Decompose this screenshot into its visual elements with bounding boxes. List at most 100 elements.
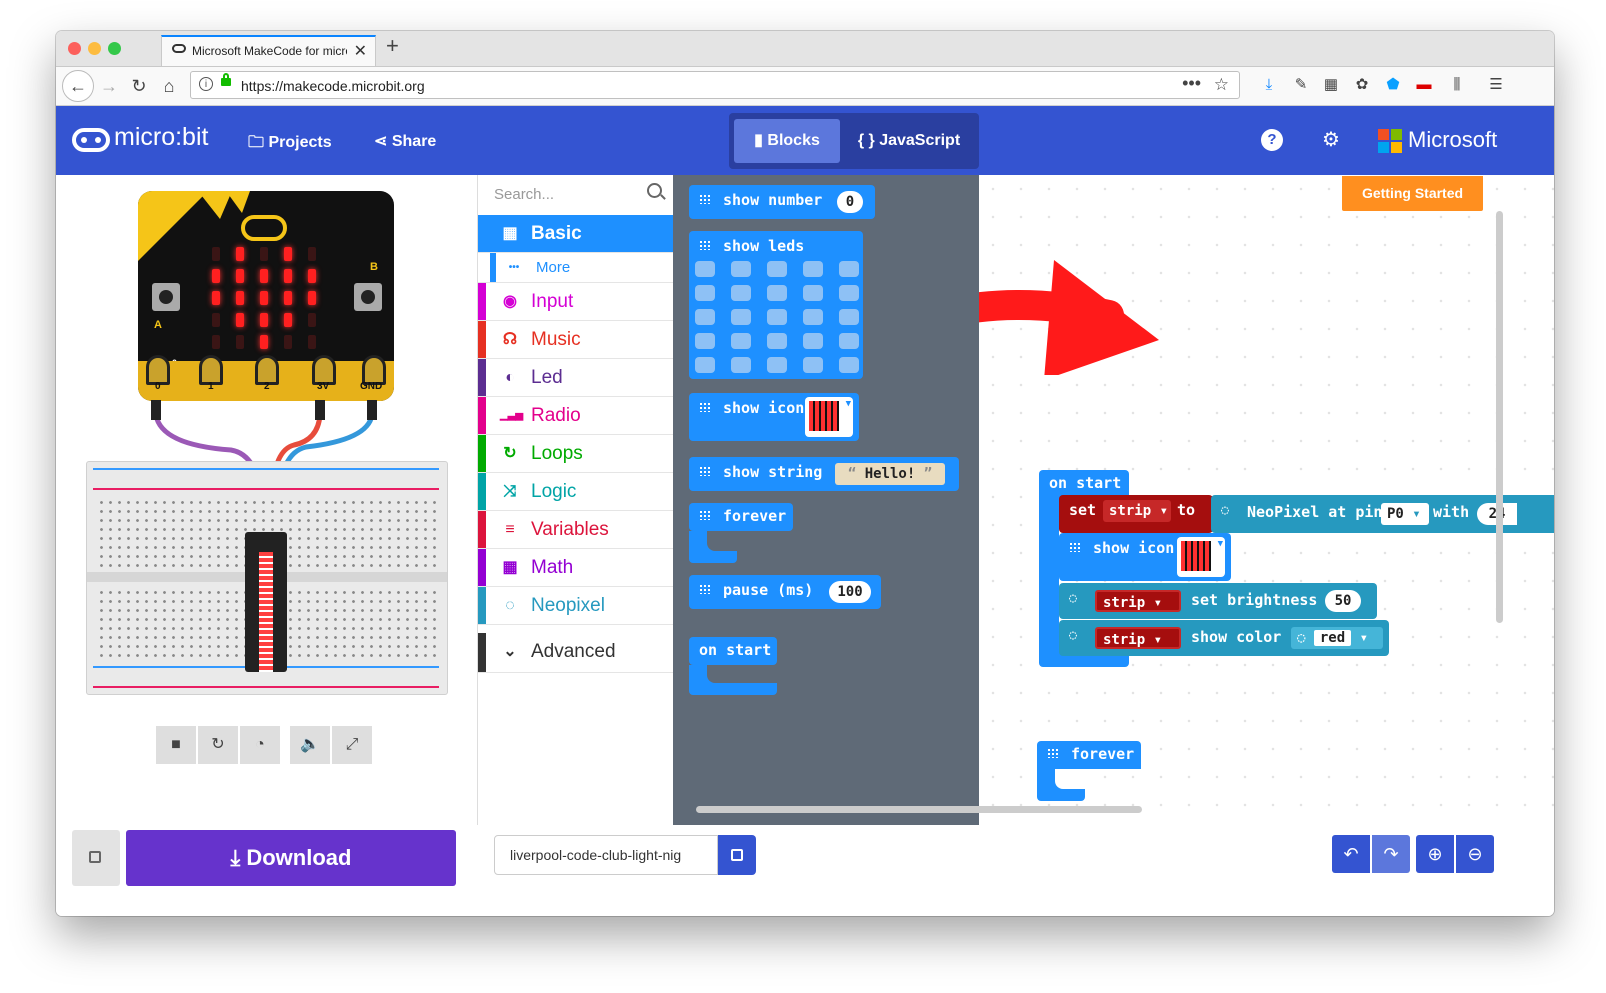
category-math[interactable]: ▦ Math bbox=[478, 549, 674, 587]
show-number-block[interactable]: show number 0 bbox=[689, 185, 875, 219]
vertical-scrollbar[interactable] bbox=[1496, 211, 1503, 623]
led-toggle[interactable] bbox=[731, 261, 751, 277]
pin-dropdown[interactable]: P0 ▾ bbox=[1381, 503, 1429, 525]
icon-dropdown[interactable]: ▼ bbox=[805, 397, 853, 437]
led-toggle[interactable] bbox=[839, 261, 859, 277]
download-button[interactable]: ⤓ Download bbox=[126, 830, 456, 886]
led-toggle[interactable] bbox=[731, 285, 751, 301]
close-tab-icon[interactable]: ✕ bbox=[354, 41, 367, 61]
variable-dropdown[interactable]: strip ▾ bbox=[1095, 590, 1181, 612]
set-brightness-block[interactable]: ◌ strip ▾ set brightness 50 bbox=[1059, 583, 1377, 619]
info-icon[interactable]: i bbox=[199, 77, 213, 91]
led-toggle[interactable] bbox=[839, 309, 859, 325]
microsoft-label[interactable]: Microsoft bbox=[1408, 127, 1497, 153]
search-icon[interactable] bbox=[647, 183, 662, 198]
zoom-out-icon[interactable]: ⊖ bbox=[1456, 835, 1494, 873]
stop-icon[interactable]: ■ bbox=[156, 726, 196, 764]
minimize-window-button[interactable] bbox=[88, 42, 101, 55]
led-toggle[interactable] bbox=[695, 309, 715, 325]
category-input[interactable]: ◉ Input bbox=[478, 283, 674, 321]
library-icon[interactable]: ⫼ bbox=[1447, 75, 1467, 95]
slow-motion-icon[interactable]: ◔ bbox=[240, 726, 280, 764]
category-led[interactable]: ◐ Led bbox=[478, 359, 674, 397]
led-toggle[interactable] bbox=[839, 333, 859, 349]
on-start-block[interactable]: on start bbox=[689, 637, 777, 665]
maximize-window-button[interactable] bbox=[108, 42, 121, 55]
led-toggle[interactable] bbox=[839, 357, 859, 373]
category-music[interactable]: ☊ Music bbox=[478, 321, 674, 359]
new-tab-button[interactable]: + bbox=[386, 33, 399, 59]
number-field[interactable]: 50 bbox=[1325, 590, 1361, 612]
search-box[interactable]: Search... bbox=[478, 175, 674, 216]
url-text[interactable]: https://makecode.microbit.org bbox=[241, 78, 425, 94]
microbit-logo-icon[interactable] bbox=[72, 128, 110, 152]
zoom-in-icon[interactable]: ⊕ bbox=[1416, 835, 1454, 873]
wrench-icon[interactable]: ✎ bbox=[1291, 75, 1311, 95]
horizontal-scrollbar[interactable] bbox=[696, 806, 1142, 813]
gear-icon[interactable]: ⚙ bbox=[1320, 129, 1342, 151]
url-bar[interactable]: i https://makecode.microbit.org ••• ☆ bbox=[190, 71, 1240, 99]
undo-icon[interactable]: ↶ bbox=[1332, 835, 1370, 873]
variable-dropdown[interactable]: strip ▾ bbox=[1103, 500, 1171, 522]
forward-button[interactable]: → bbox=[96, 73, 122, 99]
microsoft-logo-icon[interactable] bbox=[1378, 129, 1402, 153]
led-toggle[interactable] bbox=[731, 333, 751, 349]
category-radio[interactable]: ▁▃▅ Radio bbox=[478, 397, 674, 435]
category-basic[interactable]: ▦ Basic bbox=[478, 215, 674, 253]
led-toggle[interactable] bbox=[767, 357, 787, 373]
led-toggle[interactable] bbox=[767, 309, 787, 325]
browser-tab[interactable]: Microsoft MakeCode for micro:bit ✕ bbox=[161, 35, 376, 66]
show-icon-block[interactable]: show icon ▼ bbox=[1059, 533, 1231, 581]
bookmark-star-icon[interactable]: ☆ bbox=[1214, 75, 1229, 95]
led-toggle[interactable] bbox=[767, 261, 787, 277]
led-toggle[interactable] bbox=[731, 357, 751, 373]
led-toggle[interactable] bbox=[839, 285, 859, 301]
led-toggle[interactable] bbox=[695, 357, 715, 373]
led-toggle[interactable] bbox=[803, 261, 823, 277]
show-leds-block[interactable]: show leds bbox=[689, 231, 863, 379]
brand-name[interactable]: micro:bit bbox=[114, 123, 208, 152]
blocks-tab[interactable]: ▮ Blocks bbox=[734, 119, 840, 163]
downloads-icon[interactable]: ⤓ bbox=[1259, 75, 1279, 95]
category-variables[interactable]: ≡ Variables bbox=[478, 511, 674, 549]
category-logic[interactable]: ⤨ Logic bbox=[478, 473, 674, 511]
variable-dropdown[interactable]: strip ▾ bbox=[1095, 627, 1181, 649]
category-neopixel[interactable]: ◌ Neopixel bbox=[478, 587, 674, 625]
search-input[interactable]: Search... bbox=[494, 186, 554, 203]
forever-block[interactable]: forever bbox=[1037, 741, 1141, 769]
redo-icon[interactable]: ↷ bbox=[1372, 835, 1410, 873]
workspace[interactable]: Getting Started on start set strip ▾ to … bbox=[979, 175, 1554, 825]
home-button[interactable]: ⌂ bbox=[156, 73, 182, 99]
reload-button[interactable]: ↻ bbox=[126, 73, 152, 99]
icon-dropdown[interactable]: ▼ bbox=[1177, 537, 1225, 577]
evernote-icon[interactable]: ✿ bbox=[1352, 75, 1372, 95]
pause-block[interactable]: pause (ms) 100 bbox=[689, 575, 881, 609]
notification-icon[interactable]: ⬟ bbox=[1383, 75, 1403, 95]
collapse-simulator-button[interactable] bbox=[72, 830, 120, 886]
number-field[interactable]: 100 bbox=[829, 581, 871, 603]
led-toggle[interactable] bbox=[803, 333, 823, 349]
show-icon-block[interactable]: show icon ▼ bbox=[689, 393, 859, 441]
show-string-block[interactable]: show string “ Hello! ” bbox=[689, 457, 959, 491]
back-button[interactable]: ← bbox=[62, 70, 94, 102]
help-icon[interactable]: ? bbox=[1261, 129, 1283, 151]
extensions-icon[interactable]: ▦ bbox=[1321, 75, 1341, 95]
project-name-input[interactable]: liverpool-code-club-light-nig bbox=[494, 835, 718, 875]
save-icon[interactable] bbox=[718, 835, 756, 875]
menu-icon[interactable]: ☰ bbox=[1486, 75, 1506, 95]
close-window-button[interactable] bbox=[68, 42, 81, 55]
page-actions-icon[interactable]: ••• bbox=[1182, 73, 1201, 94]
color-dropdown[interactable]: ◌ red ▾ bbox=[1291, 627, 1383, 649]
show-color-block[interactable]: ◌ strip ▾ show color ◌ red ▾ bbox=[1059, 620, 1389, 656]
getting-started-button[interactable]: Getting Started bbox=[1342, 176, 1483, 211]
led-toggle[interactable] bbox=[731, 309, 751, 325]
led-toggle[interactable] bbox=[695, 333, 715, 349]
led-toggle[interactable] bbox=[695, 261, 715, 277]
string-field[interactable]: “ Hello! ” bbox=[835, 463, 945, 485]
fullscreen-icon[interactable]: ⤢ bbox=[332, 726, 372, 764]
category-advanced[interactable]: ⌄ Advanced bbox=[478, 633, 674, 673]
led-toggle[interactable] bbox=[803, 357, 823, 373]
restart-icon[interactable]: ↻ bbox=[198, 726, 238, 764]
forever-block[interactable]: forever bbox=[689, 503, 793, 531]
led-toggle[interactable] bbox=[803, 285, 823, 301]
